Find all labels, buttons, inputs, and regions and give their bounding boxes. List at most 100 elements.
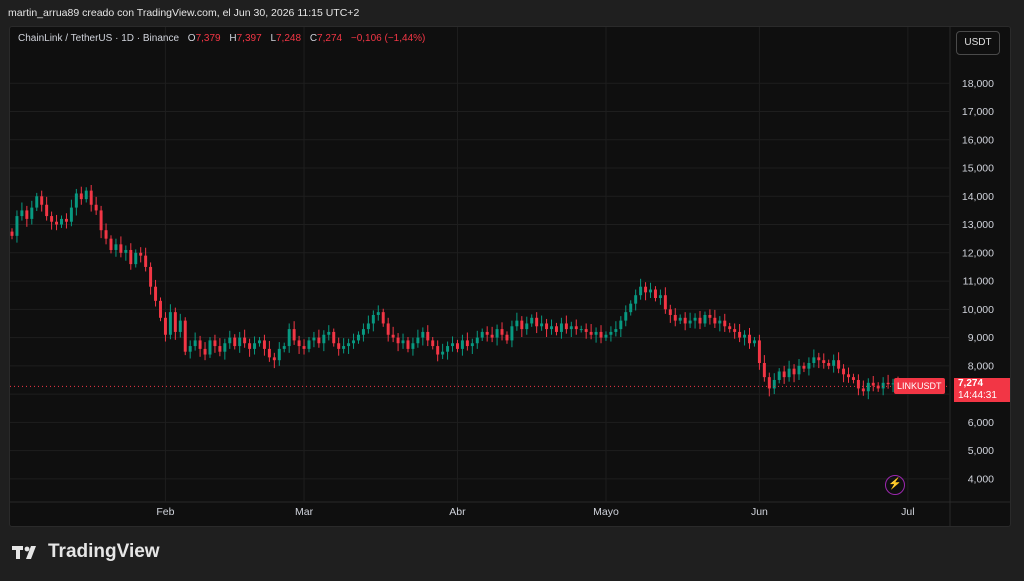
y-tick-label: 15,000 [962, 163, 994, 175]
brand-name: TradingView [48, 541, 160, 562]
candle-body [366, 323, 370, 330]
candle-body [619, 320, 623, 330]
candle-body [376, 312, 380, 315]
candle-body [134, 252, 138, 265]
candle-body [60, 218, 63, 225]
candle-body [866, 382, 870, 392]
candle-body [604, 334, 608, 338]
candle-body [579, 329, 583, 331]
candle-body [426, 331, 430, 341]
candle-body [30, 207, 34, 219]
legend-high: 7,397 [236, 33, 262, 44]
candle-body [198, 340, 202, 349]
legend-symbol: ChainLink / TetherUS · 1D · Binance [18, 33, 180, 44]
lightning-icon[interactable]: ⚡ [885, 475, 905, 495]
legend: ChainLink / TetherUS · 1D · Binance O7,3… [18, 33, 425, 44]
x-tick-label: Abr [449, 506, 466, 518]
candle-body [401, 340, 405, 344]
candle-body [50, 216, 54, 222]
candle-body [441, 351, 445, 355]
candle-body [342, 346, 346, 349]
candle-body [589, 331, 593, 335]
x-tick-label: Jun [751, 506, 768, 518]
candle-body [416, 337, 420, 344]
candle-body [698, 317, 702, 324]
candle-body [762, 363, 766, 378]
candle-body [292, 329, 296, 341]
y-tick-label: 12,000 [962, 247, 994, 259]
legend-close: 7,274 [317, 33, 343, 44]
candle-body [129, 249, 133, 265]
candle-body [797, 365, 801, 375]
candle-body [277, 348, 281, 361]
y-tick-label: 8,000 [968, 360, 994, 372]
candle-body [510, 326, 514, 341]
candle-body [851, 377, 855, 380]
currency-button[interactable]: USDT [956, 31, 1000, 55]
candle-body [792, 368, 796, 375]
top-caption: martin_arrua89 creado con TradingView.co… [8, 7, 360, 19]
candle-body [223, 343, 227, 352]
candle-body [272, 357, 276, 361]
tradingview-logo[interactable]: TradingView [12, 541, 160, 563]
candle-body [218, 346, 222, 352]
candle-body [248, 343, 252, 349]
candle-body [356, 334, 360, 341]
candle-body [149, 266, 153, 287]
y-tick-label: 18,000 [962, 78, 994, 90]
candle-body [327, 331, 331, 335]
candle-body [460, 340, 464, 349]
candle-body [436, 346, 440, 355]
candle-body [559, 323, 563, 332]
candle-body [446, 346, 450, 352]
candle-body [807, 363, 811, 369]
candle-body [787, 368, 791, 378]
candle-body [371, 314, 375, 324]
candle-body [391, 334, 395, 338]
candle-body [614, 329, 618, 332]
candle-body [406, 340, 410, 349]
candle-body [64, 218, 68, 222]
candle-body [649, 289, 652, 293]
candle-body [84, 190, 88, 200]
candle-body [757, 340, 761, 364]
candle-body [748, 334, 751, 344]
candle-body [683, 317, 687, 324]
candle-body [465, 340, 469, 347]
candle-body [743, 334, 747, 338]
chart-panel[interactable]: 4,0005,0006,0007,0008,0009,00010,00011,0… [9, 26, 1011, 527]
candle-body [258, 340, 261, 344]
candle-body [530, 317, 534, 324]
candle-body [282, 346, 286, 349]
candle-body [332, 331, 336, 344]
candle-body [154, 286, 158, 301]
candle-body [812, 357, 816, 364]
candle-body [312, 337, 316, 341]
candle-body [817, 357, 821, 361]
candle-body [723, 320, 727, 327]
candle-body [104, 230, 108, 239]
x-tick-label: Jul [901, 506, 914, 518]
candle-body [178, 320, 182, 332]
candle-body [124, 249, 128, 253]
candle-body [485, 331, 489, 335]
legend-open: 7,379 [195, 33, 221, 44]
x-tick-label: Feb [156, 506, 174, 518]
candle-body [361, 329, 365, 335]
candle-body [267, 348, 271, 358]
candle-body [822, 360, 826, 364]
legend-close-label: C [309, 33, 318, 44]
candle-body [733, 329, 737, 332]
candle-body [490, 334, 494, 338]
candle-body [94, 204, 98, 211]
candle-body [644, 286, 648, 293]
candle-body [79, 193, 83, 200]
price-chart[interactable]: 4,0005,0006,0007,0008,0009,00010,00011,0… [10, 27, 1010, 526]
candle-body [183, 320, 187, 352]
candle-body [520, 320, 524, 330]
candle-body [69, 207, 73, 222]
candle-body [168, 312, 172, 335]
candle-body [203, 348, 207, 355]
candle-body [856, 379, 860, 389]
candle-body [832, 360, 836, 366]
